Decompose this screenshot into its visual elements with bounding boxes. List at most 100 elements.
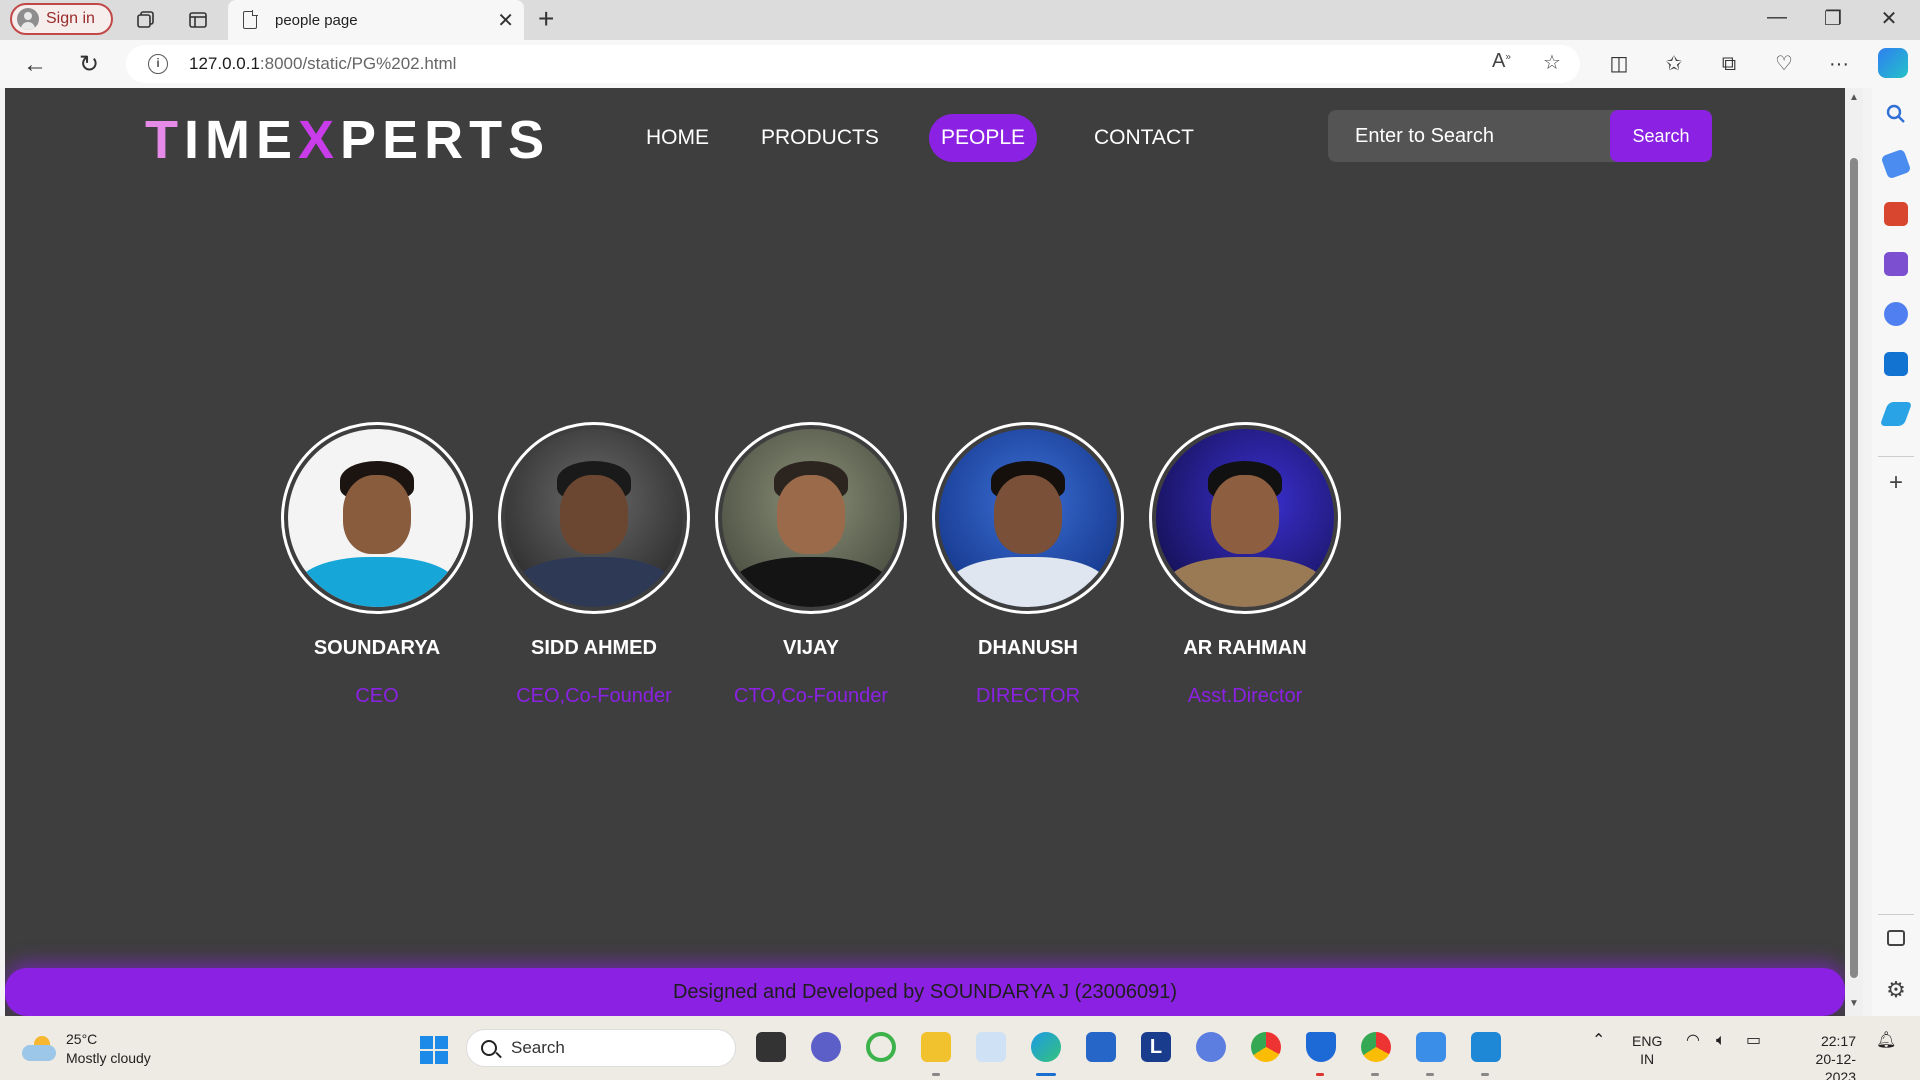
teams-chat-icon[interactable] xyxy=(811,1032,841,1062)
edge-sidebar: + ⚙ xyxy=(1872,88,1920,1016)
profile-signin-button[interactable]: Sign in xyxy=(10,3,113,35)
edge-icon[interactable] xyxy=(1031,1032,1061,1062)
person-name: SOUNDARYA xyxy=(313,637,441,659)
person-photo xyxy=(281,422,473,614)
shopping-tag-icon[interactable] xyxy=(1880,148,1912,180)
microsoft-store-icon[interactable] xyxy=(1086,1032,1116,1062)
taskbar-search[interactable]: Search xyxy=(466,1029,736,1067)
favorites-icon[interactable]: ✩ xyxy=(1659,49,1689,79)
person-name: SIDD AHMED xyxy=(531,637,657,659)
chrome-icon[interactable] xyxy=(1251,1032,1281,1062)
nav-home[interactable]: HOME xyxy=(634,114,721,162)
search-button[interactable]: Search xyxy=(1610,110,1712,162)
logo-text-perts: PERTS xyxy=(340,110,551,170)
signin-label: Sign in xyxy=(46,10,95,27)
close-tab-icon[interactable]: ✕ xyxy=(497,8,514,33)
web-page: TIMEXPERTS HOME PRODUCTS PEOPLE CONTACT … xyxy=(5,88,1845,1016)
site-logo[interactable]: TIMEXPERTS xyxy=(145,110,550,170)
new-tab-icon[interactable]: + xyxy=(538,4,554,34)
person-role: CEO,Co-Founder xyxy=(516,685,672,707)
vertical-tabs-icon[interactable] xyxy=(186,8,210,32)
scroll-down-icon[interactable]: ▼ xyxy=(1849,998,1859,1009)
drop-icon[interactable] xyxy=(1879,402,1913,426)
person-card: SOUNDARYA CEO xyxy=(272,422,482,708)
add-sidebar-app-icon[interactable]: + xyxy=(1884,471,1908,496)
tab-title: people page xyxy=(275,11,358,29)
weather-desc: Mostly cloudy xyxy=(66,1050,151,1066)
site-info-icon[interactable]: i xyxy=(148,54,168,74)
more-menu-icon[interactable]: ··· xyxy=(1824,49,1854,79)
microsoft-365-icon[interactable] xyxy=(1884,302,1908,326)
vscode-icon[interactable] xyxy=(1471,1032,1501,1062)
person-card: DHANUSH DIRECTOR xyxy=(923,422,1133,708)
refresh-icon[interactable]: ↻ xyxy=(74,50,104,80)
person-role: CTO,Co-Founder xyxy=(733,685,889,707)
nav-people[interactable]: PEOPLE xyxy=(929,114,1038,162)
notification-bell-icon[interactable]: 🔔︎ xyxy=(1876,1032,1896,1050)
favorite-star-icon[interactable]: ☆ xyxy=(1543,50,1561,75)
url-host: 127.0.0.1 xyxy=(189,54,260,73)
logo-letter-x: X xyxy=(298,110,341,170)
site-search: Search xyxy=(1328,110,1712,162)
sidebar-search-icon[interactable] xyxy=(1884,102,1908,126)
split-screen-icon[interactable]: ◫ xyxy=(1604,49,1634,79)
person-card: VIJAY CTO,Co-Founder xyxy=(706,422,916,708)
wifi-icon[interactable]: ◠ xyxy=(1686,1032,1700,1050)
app-circle-icon[interactable] xyxy=(866,1032,896,1062)
person-role: Asst.Director xyxy=(1187,685,1303,707)
person-name: DHANUSH xyxy=(978,637,1078,659)
security-shield-icon[interactable] xyxy=(1306,1032,1336,1062)
file-explorer-icon[interactable] xyxy=(921,1032,951,1062)
nav-products[interactable]: PRODUCTS xyxy=(749,114,891,162)
workspaces-icon[interactable] xyxy=(134,8,158,32)
url-field[interactable]: i 127.0.0.1:8000/static/PG%202.html xyxy=(126,45,1580,83)
start-button[interactable] xyxy=(420,1036,448,1064)
clock[interactable]: 22:17 20-12-2023 xyxy=(1786,1032,1856,1080)
hide-sidebar-icon[interactable] xyxy=(1887,930,1905,946)
app-icon[interactable] xyxy=(976,1032,1006,1062)
restore-icon[interactable]: ❐ xyxy=(1810,6,1856,31)
close-window-icon[interactable]: ✕ xyxy=(1866,6,1912,31)
back-icon[interactable]: ← xyxy=(20,50,50,80)
person-photo xyxy=(1149,422,1341,614)
outlook-icon[interactable] xyxy=(1884,352,1908,376)
logo-text-ime: IME xyxy=(184,110,299,170)
person-photo xyxy=(715,422,907,614)
person-card: SIDD AHMED CEO,Co-Founder xyxy=(489,422,699,708)
site-footer: Designed and Developed by SOUNDARYA J (2… xyxy=(5,968,1845,1016)
tab-people-page[interactable]: people page ✕ xyxy=(228,0,524,40)
sidebar-settings-icon[interactable]: ⚙ xyxy=(1884,978,1908,1002)
clock-date: 20-12-2023 xyxy=(1815,1051,1856,1080)
person-role: DIRECTOR xyxy=(975,685,1081,707)
scroll-up-icon[interactable]: ▲ xyxy=(1849,92,1859,103)
weather-widget[interactable]: 25°C Mostly cloudy xyxy=(22,1030,151,1068)
page-scrollbar[interactable]: ▲ ▼ xyxy=(1845,88,1863,1016)
collections-icon[interactable]: ⧉ xyxy=(1714,49,1744,79)
search-icon xyxy=(481,1040,497,1056)
address-bar: ← ↻ i 127.0.0.1:8000/static/PG%202.html … xyxy=(0,40,1920,88)
minimize-icon[interactable]: — xyxy=(1754,6,1800,29)
tab-strip: Sign in people page ✕ + — ❐ ✕ xyxy=(0,0,1920,40)
person-photo xyxy=(932,422,1124,614)
volume-icon[interactable]: 🔈︎ xyxy=(1716,1032,1726,1050)
notepad-icon[interactable] xyxy=(1416,1032,1446,1062)
games-icon[interactable] xyxy=(1884,252,1908,276)
language-indicator[interactable]: ENG IN xyxy=(1632,1032,1662,1068)
person-photo xyxy=(498,422,690,614)
browser-essentials-icon[interactable]: ♡ xyxy=(1769,49,1799,79)
app-a-icon[interactable] xyxy=(1196,1032,1226,1062)
clock-time: 22:17 xyxy=(1820,1033,1856,1049)
task-view-icon[interactable] xyxy=(756,1032,786,1062)
chrome-profile-icon[interactable] xyxy=(1361,1032,1391,1062)
copilot-icon[interactable] xyxy=(1878,48,1908,78)
nav-contact[interactable]: CONTACT xyxy=(1082,114,1206,162)
battery-icon[interactable]: ▭ xyxy=(1746,1032,1761,1050)
person-card: AR RAHMAN Asst.Director xyxy=(1140,422,1350,708)
cloudy-weather-icon xyxy=(22,1036,56,1062)
tools-icon[interactable] xyxy=(1884,202,1908,226)
read-aloud-icon[interactable]: A» xyxy=(1492,50,1511,73)
scroll-thumb[interactable] xyxy=(1850,158,1858,978)
l-app-icon[interactable]: L xyxy=(1141,1032,1171,1062)
show-hidden-icons-chevron[interactable]: ⌃ xyxy=(1592,1032,1605,1050)
search-input[interactable] xyxy=(1328,110,1610,162)
